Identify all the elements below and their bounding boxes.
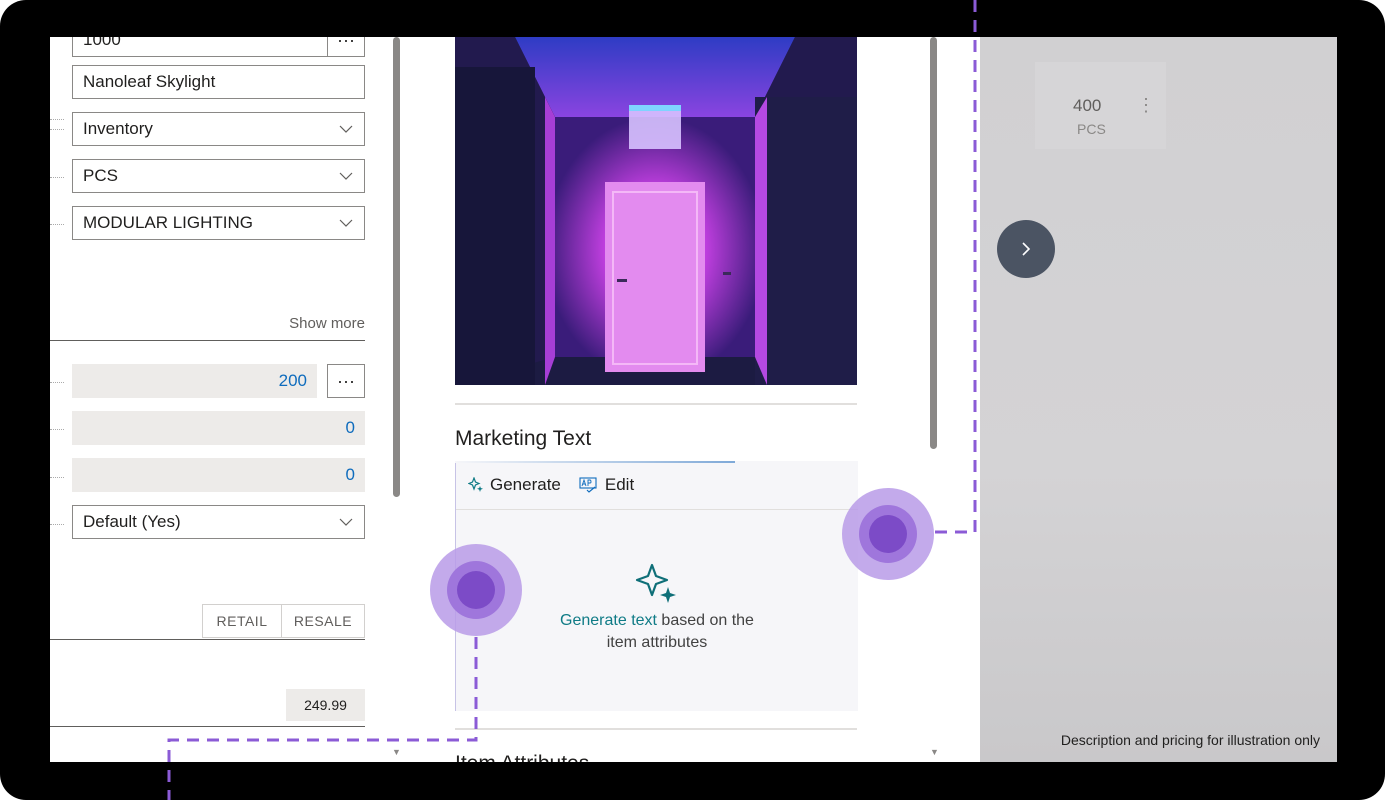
empty-text-line2: item attributes — [606, 634, 708, 651]
inventory-lookup-button[interactable]: ··· — [327, 364, 365, 398]
copilot-sparkle-icon — [635, 563, 676, 603]
device-frame: 1000 ··· Nanoleaf Skylight Inventory PCS… — [0, 0, 1385, 800]
section-divider — [50, 340, 365, 341]
tile-uom: PCS — [1077, 121, 1106, 137]
tile-quantity: 400 — [1073, 96, 1102, 115]
factbox-pane: Marketing Text Generate Edit Generate te… — [400, 37, 980, 762]
generate-button[interactable]: Generate — [468, 475, 561, 495]
qty-on-sales-order-field[interactable]: 0 — [72, 458, 365, 492]
edit-button[interactable]: Edit — [579, 475, 634, 495]
section-divider — [50, 639, 365, 640]
section-divider — [455, 728, 857, 730]
tab-resale-label: RESALE — [293, 613, 353, 629]
item-number-lookup-button[interactable]: ··· — [327, 37, 365, 57]
tab-retail[interactable]: RETAIL — [202, 604, 282, 638]
field-caption-leader — [50, 477, 64, 480]
empty-state-text: Generate text based on the item attribut… — [456, 610, 858, 654]
type-value: Inventory — [83, 119, 153, 138]
chevron-down-icon — [339, 219, 353, 227]
item-card-pane: 1000 ··· Nanoleaf Skylight Inventory PCS… — [50, 37, 401, 762]
tab-resale[interactable]: RESALE — [281, 604, 365, 638]
center-scrollbar-thumb[interactable] — [930, 37, 937, 449]
qty-on-purchase-order-field[interactable]: 0 — [72, 411, 365, 445]
hallway-photo — [455, 37, 857, 385]
item-number-field[interactable]: 1000 — [72, 37, 365, 57]
section-divider — [455, 403, 857, 405]
base-uom-select[interactable]: PCS — [72, 159, 365, 193]
chevron-down-icon — [339, 518, 353, 526]
chevron-down-icon — [339, 125, 353, 133]
sparkle-icon — [468, 477, 483, 492]
disclaimer-text: Description and pricing for illustration… — [1060, 732, 1320, 748]
marketing-accent-bar — [455, 461, 735, 463]
show-more-link[interactable]: Show more — [289, 315, 365, 332]
field-caption-leader — [50, 129, 64, 132]
item-attributes-title: Item Attributes — [455, 752, 589, 762]
field-caption-leader — [50, 119, 64, 122]
empty-text-line1: based on the — [656, 612, 754, 629]
field-caption-leader — [50, 524, 64, 527]
inventory-value: 200 — [278, 371, 307, 390]
app-screen: 1000 ··· Nanoleaf Skylight Inventory PCS… — [50, 37, 1337, 762]
next-button[interactable] — [997, 220, 1055, 278]
scroll-down-arrow-icon[interactable]: ▼ — [930, 747, 939, 757]
lookup-label: ··· — [337, 37, 355, 50]
dimmed-side-panel: 400 PCS ⋮ Description and pricing for il… — [980, 37, 1337, 762]
unit-price-value: 249.99 — [304, 697, 347, 713]
qty-po-value: 0 — [345, 418, 355, 437]
description-value: Nanoleaf Skylight — [83, 72, 216, 91]
unit-price-field[interactable]: 249.99 — [286, 689, 365, 721]
field-caption-leader — [50, 224, 64, 227]
item-number-value: 1000 — [83, 37, 121, 49]
category-value: MODULAR LIGHTING — [83, 213, 254, 232]
marketing-toolbar: Generate Edit — [456, 461, 858, 510]
generate-label: Generate — [490, 475, 561, 494]
generate-text-link[interactable]: Generate text — [560, 612, 657, 629]
spellcheck-icon — [579, 477, 597, 493]
lookup-label: ··· — [337, 370, 355, 391]
item-picture[interactable] — [455, 37, 857, 385]
more-options-icon[interactable]: ⋮ — [1137, 95, 1155, 116]
field-caption-leader — [50, 429, 64, 432]
chevron-down-icon — [339, 172, 353, 180]
section-divider — [50, 726, 365, 727]
type-select[interactable]: Inventory — [72, 112, 365, 146]
category-select[interactable]: MODULAR LIGHTING — [72, 206, 365, 240]
field-caption-leader — [50, 382, 64, 385]
field-caption-leader — [50, 177, 64, 180]
tab-retail-label: RETAIL — [216, 613, 268, 629]
stockout-value: Default (Yes) — [83, 512, 181, 531]
stockout-warning-select[interactable]: Default (Yes) — [72, 505, 365, 539]
description-field[interactable]: Nanoleaf Skylight — [72, 65, 365, 99]
marketing-text-panel: Generate Edit Generate text based on the… — [455, 461, 858, 711]
qty-so-value: 0 — [345, 465, 355, 484]
base-uom-value: PCS — [83, 166, 118, 185]
left-scrollbar-thumb[interactable] — [393, 37, 400, 497]
marketing-text-title: Marketing Text — [455, 427, 592, 450]
marketing-empty-state: Generate text based on the item attribut… — [456, 561, 858, 654]
edit-label: Edit — [604, 475, 635, 494]
inventory-field[interactable]: 200 — [72, 364, 317, 398]
chevron-right-icon — [1022, 242, 1031, 256]
